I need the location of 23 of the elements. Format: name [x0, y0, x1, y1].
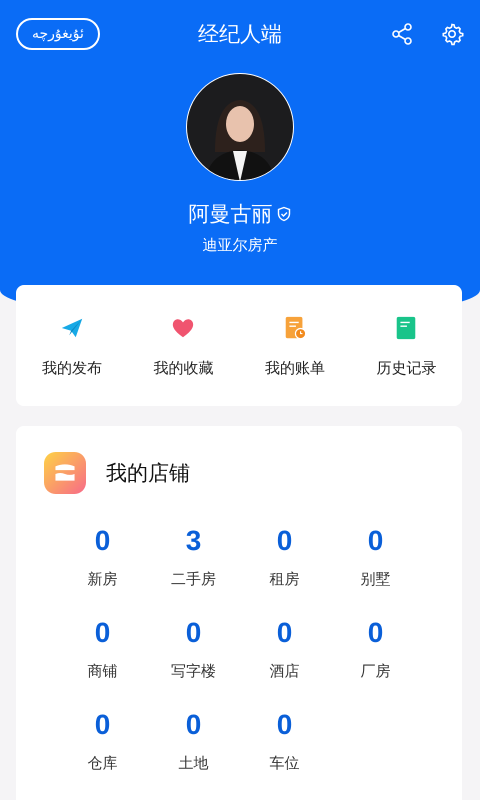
- share-icon[interactable]: [390, 22, 414, 46]
- listing-stat[interactable]: 0 租房: [239, 524, 330, 590]
- listing-stat[interactable]: 0 土地: [148, 708, 239, 774]
- listing-stat[interactable]: 0 厂房: [330, 616, 421, 682]
- settings-icon[interactable]: [440, 22, 464, 46]
- shortcut-item[interactable]: 我的发布: [16, 315, 128, 378]
- listing-stat[interactable]: 3 二手房: [148, 524, 239, 590]
- language-button[interactable]: ئۇيغۇرچە: [16, 18, 100, 50]
- listing-stat[interactable]: 0 仓库: [57, 708, 148, 774]
- page-title: 经纪人端: [197, 21, 283, 48]
- company-name: 迪亚尔房产: [202, 236, 278, 255]
- listing-stat[interactable]: 0 新房: [57, 524, 148, 590]
- listing-stat[interactable]: 0 别墅: [330, 524, 421, 590]
- shortcut-item[interactable]: 我的账单: [239, 315, 350, 378]
- listing-stat[interactable]: 0 写字楼: [148, 616, 239, 682]
- store-title: 我的店铺: [106, 460, 190, 487]
- store-icon: [44, 452, 86, 494]
- listing-stat[interactable]: 0 商铺: [57, 616, 148, 682]
- agent-name: 阿曼古丽: [188, 201, 272, 228]
- shortcut-item[interactable]: 历史记录: [350, 315, 462, 378]
- listing-stat[interactable]: 0 酒店: [239, 616, 330, 682]
- shortcut-item[interactable]: 我的收藏: [128, 315, 239, 378]
- listing-stat[interactable]: 0 车位: [239, 708, 330, 774]
